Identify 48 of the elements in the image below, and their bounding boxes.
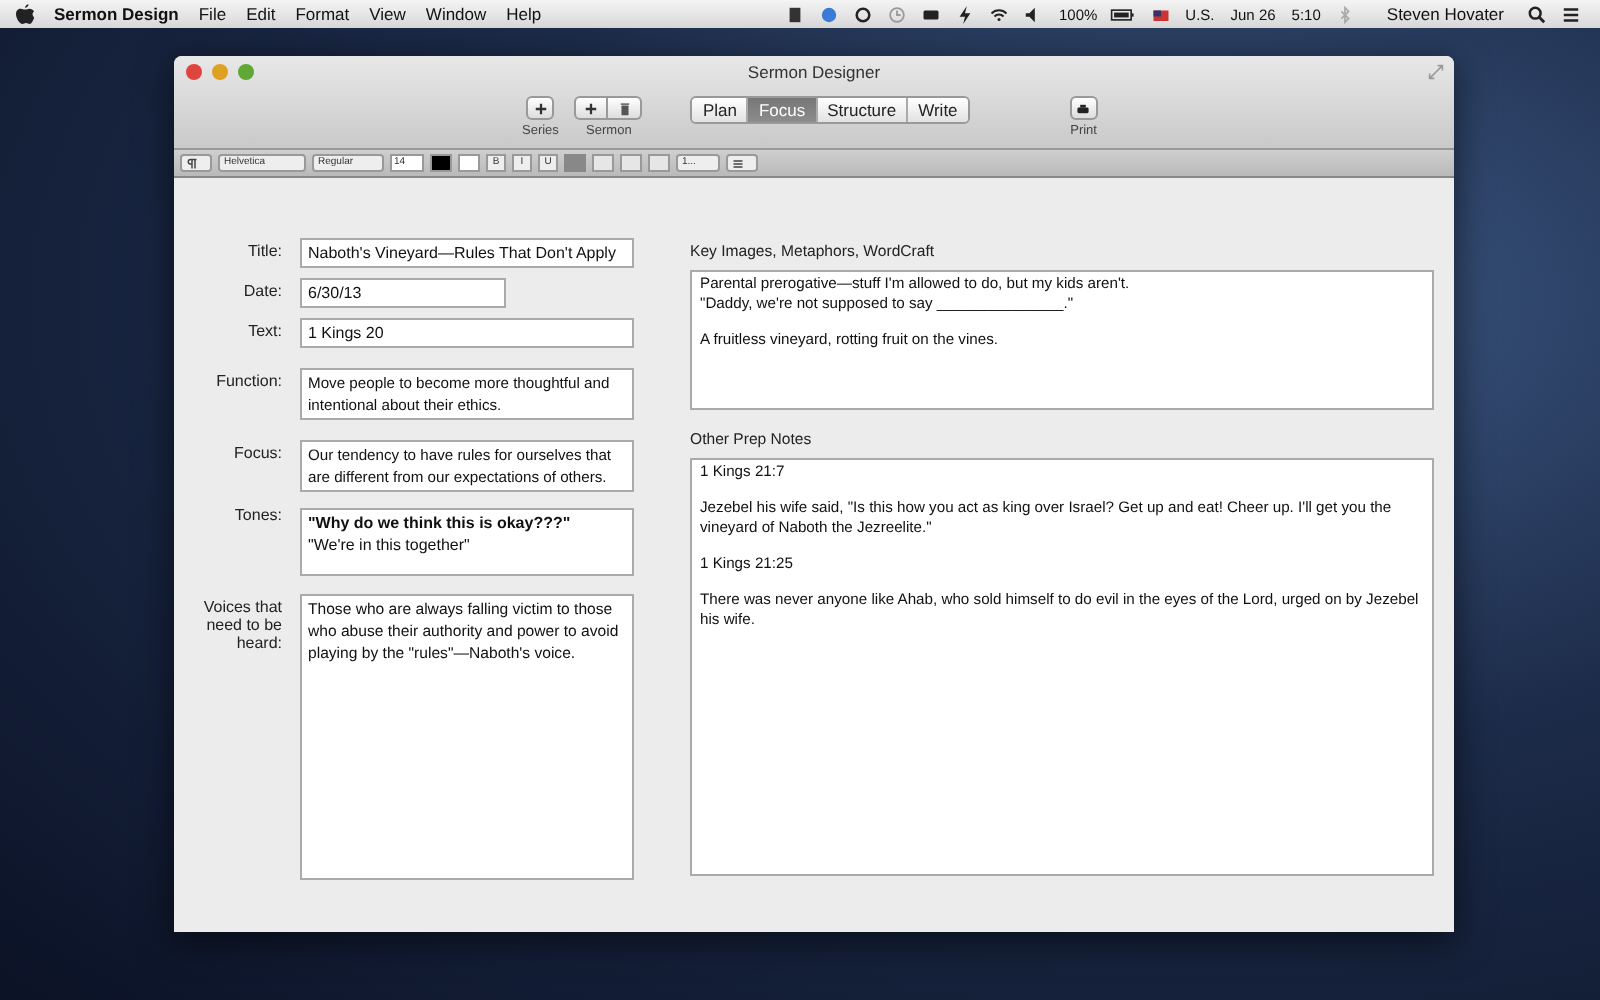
view-tab[interactable]: Plan <box>692 98 749 122</box>
menu-item[interactable]: Help <box>506 4 542 24</box>
list-icon[interactable] <box>1562 5 1580 23</box>
text-field[interactable]: 6/30/13 <box>300 278 506 308</box>
add-series-button[interactable] <box>526 96 555 120</box>
text-area[interactable]: "Why do we think this is okay???" "We're in this together" <box>300 508 634 576</box>
menu-item[interactable]: Window <box>425 4 487 24</box>
view-tab[interactable]: Write <box>908 98 968 122</box>
paragraph-icon <box>186 157 198 169</box>
document-icon[interactable] <box>786 5 805 23</box>
apple-icon[interactable] <box>16 3 34 25</box>
highlight-color-well[interactable] <box>458 154 480 172</box>
printer-icon <box>1076 101 1091 115</box>
field-label: Text: <box>246 320 282 340</box>
list-style-popup[interactable] <box>726 154 758 172</box>
field-label: Date: <box>241 280 282 300</box>
wifi-icon[interactable] <box>990 5 1009 23</box>
paragraph-style-popup[interactable] <box>180 154 212 172</box>
plus-icon <box>533 101 548 115</box>
search-icon[interactable] <box>1528 5 1546 23</box>
close-button[interactable] <box>186 64 202 80</box>
print-button[interactable] <box>1069 96 1098 120</box>
window-title: Sermon Designer <box>747 62 881 82</box>
field-label: Title: <box>245 240 282 260</box>
plus-icon <box>584 101 599 115</box>
menu-item[interactable]: Edit <box>246 4 276 24</box>
text-color-well[interactable] <box>430 154 452 172</box>
app-menu[interactable]: Sermon Design <box>54 4 179 24</box>
menu-item[interactable]: Format <box>295 4 350 24</box>
battery-icon[interactable] <box>1109 5 1136 23</box>
flag-icon[interactable] <box>1151 5 1170 23</box>
view-tab[interactable]: Focus <box>748 98 818 122</box>
field-label: Voices that need to be heard: <box>201 596 282 652</box>
field-label: Focus: <box>231 442 282 462</box>
list-icon <box>732 157 744 169</box>
delete-sermon-button[interactable] <box>608 96 643 120</box>
add-sermon-button[interactable] <box>574 96 609 120</box>
menu-item[interactable]: View <box>369 4 406 24</box>
trash-icon <box>617 101 632 115</box>
field-label: Function: <box>214 370 282 390</box>
lightning-icon[interactable] <box>956 5 975 23</box>
menu-item[interactable]: File <box>198 4 227 24</box>
user-name[interactable]: Steven Hovater <box>1386 4 1504 24</box>
text-field[interactable]: 1 Kings 20 <box>300 318 634 348</box>
field-label: Tones: <box>232 504 282 524</box>
sync-icon[interactable] <box>854 5 873 23</box>
view-tab[interactable]: Structure <box>817 98 909 122</box>
text-field[interactable]: Naboth's Vineyard—Rules That Don't Apply <box>300 238 634 268</box>
